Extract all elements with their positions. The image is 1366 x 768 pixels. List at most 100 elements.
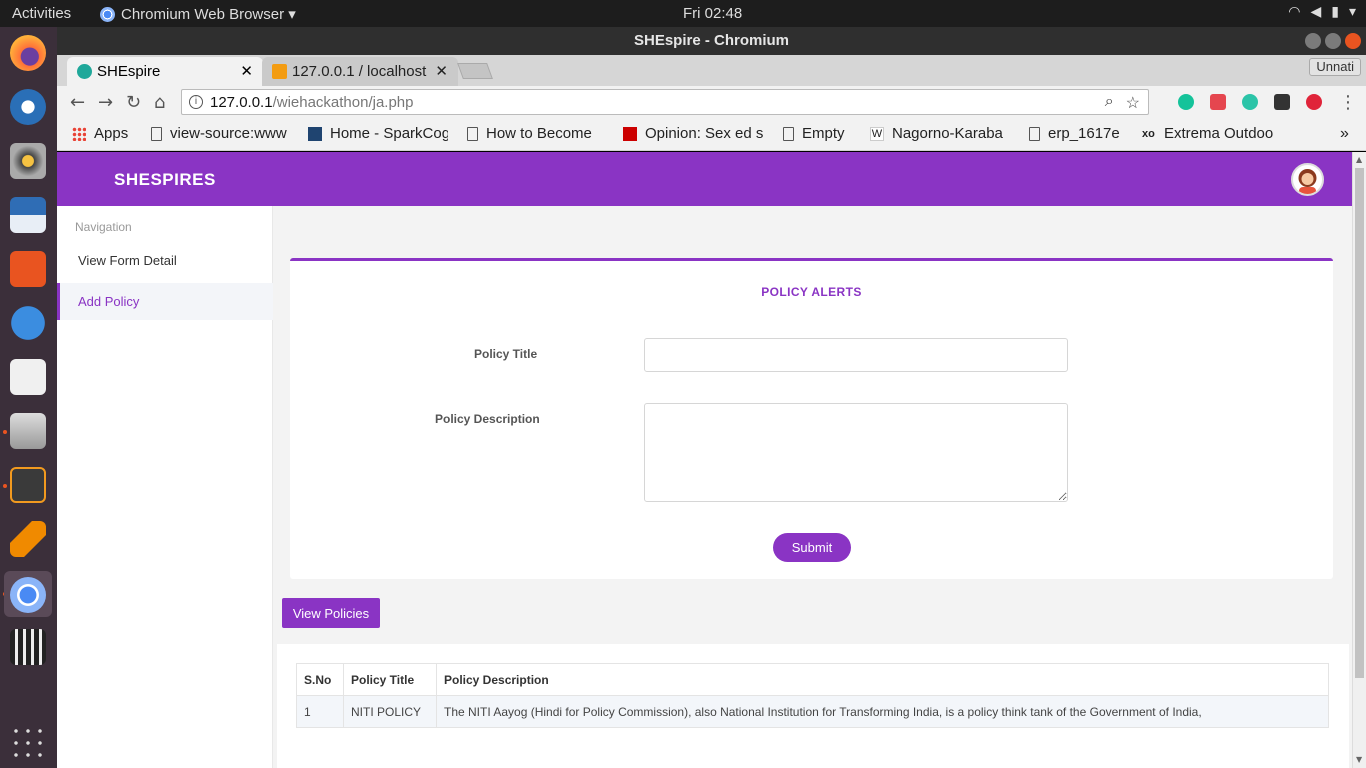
column-header-policy-title: Policy Title (343, 663, 437, 696)
more-bookmarks-chevron-icon[interactable]: » (1340, 125, 1349, 143)
tab-strip: SHEspire ✕ 127.0.0.1 / localhost ✕ Unnat… (57, 55, 1366, 86)
window-controls (1305, 33, 1361, 49)
system-tray[interactable]: ◠ ◀ ▮ ▾ (1288, 4, 1356, 20)
activities-button[interactable]: Activities (12, 5, 71, 22)
bookmark-star-icon[interactable]: ☆ (1126, 93, 1140, 113)
libreoffice-writer-icon[interactable] (10, 197, 46, 233)
bookmark-label: Empty (802, 125, 845, 142)
url-host: 127.0.0.1 (210, 93, 273, 111)
bookmark-label: Extrema Outdoo (1164, 125, 1274, 142)
bookmark-extrema[interactable]: xo Extrema Outdoo (1142, 125, 1297, 142)
window-title-bar: SHEspire - Chromium (57, 27, 1366, 55)
bookmark-sparkcog[interactable]: Home - SparkCog (308, 125, 448, 142)
files-icon[interactable] (10, 413, 46, 449)
amazon-icon[interactable] (10, 359, 46, 395)
show-applications-icon[interactable] (10, 725, 46, 761)
apps-grid-icon (72, 126, 86, 141)
xo-icon: xo (1142, 127, 1155, 140)
bookmark-label: Home - SparkCog (330, 125, 448, 142)
grammarly-extension-icon[interactable] (1178, 94, 1194, 110)
bookmark-erp[interactable]: erp_1617e (1029, 125, 1120, 142)
app-menu[interactable]: Chromium Web Browser ▾ (100, 5, 296, 23)
address-bar[interactable]: i 127.0.0.1/wiehackathon/ja.php ⌕ ☆ (181, 89, 1149, 115)
forward-arrow-icon[interactable]: → (98, 92, 113, 113)
rhythmbox-icon[interactable] (10, 143, 46, 179)
scroll-up-arrow-icon[interactable]: ▲ (1356, 155, 1362, 164)
tab-shespire[interactable]: SHEspire ✕ (67, 57, 263, 86)
bookmarks-bar: Apps view-source:www Home - SparkCog How… (57, 118, 1366, 151)
table-row: 1 NITI POLICY The NITI Aayog (Hindi for … (296, 695, 1329, 728)
tab-label: 127.0.0.1 / localhost (292, 63, 427, 80)
vlc-icon[interactable] (10, 521, 46, 557)
column-header-sno: S.No (296, 663, 344, 696)
bookmark-apps[interactable]: Apps (72, 125, 128, 142)
new-tab-button[interactable] (457, 63, 493, 79)
help-icon[interactable] (10, 305, 46, 341)
window-title: SHEspire - Chromium (633, 32, 790, 49)
ubuntu-dock (0, 27, 57, 768)
chromium-icon[interactable] (10, 577, 46, 613)
view-policies-button[interactable]: View Policies (282, 598, 380, 628)
bookmark-label: Opinion: Sex ed s (645, 125, 763, 142)
form-title: POLICY ALERTS (761, 285, 862, 299)
shespire-favicon-icon (77, 64, 92, 79)
bookmark-how-to-become[interactable]: How to Become (467, 125, 605, 142)
cnn-icon (623, 126, 637, 141)
scroll-down-arrow-icon[interactable]: ▼ (1356, 755, 1362, 764)
menu-kebab-icon[interactable]: ⋮ (1339, 92, 1357, 113)
thunderbird-icon[interactable] (10, 89, 46, 125)
table-header-row: S.No Policy Title Policy Description (296, 663, 1329, 696)
document-icon (151, 126, 162, 141)
sublime-text-icon[interactable] (10, 467, 46, 503)
document-icon (1029, 126, 1040, 141)
nav-heading: Navigation (75, 220, 132, 234)
cell-policy-description: The NITI Aayog (Hindi for Policy Commiss… (436, 695, 1329, 728)
firefox-icon[interactable] (10, 35, 46, 71)
bookmark-view-source[interactable]: view-source:www (151, 125, 291, 142)
pocket-extension-icon[interactable] (1306, 94, 1322, 110)
extension-icon[interactable] (1274, 94, 1290, 110)
profile-button[interactable]: Unnati (1309, 58, 1361, 76)
home-icon[interactable]: ⌂ (154, 92, 165, 113)
video-editor-icon[interactable] (10, 629, 46, 665)
browser-toolbar: ← → ↻ ⌂ i 127.0.0.1/wiehackathon/ja.php … (57, 86, 1366, 118)
battery-icon: ▮ (1331, 4, 1339, 20)
sidebar: Navigation View Form Detail Add Policy (57, 206, 273, 768)
brand-logo-text[interactable]: SHESPIRES (114, 170, 216, 190)
mercury-extension-icon[interactable] (1242, 94, 1258, 110)
user-avatar[interactable] (1291, 163, 1324, 196)
wifi-icon: ◠ (1288, 4, 1301, 20)
bookmark-label: How to Become (486, 125, 592, 142)
back-arrow-icon[interactable]: ← (70, 92, 85, 113)
sidebar-item-view-form-detail[interactable]: View Form Detail (57, 242, 273, 279)
sidebar-item-add-policy[interactable]: Add Policy (57, 283, 273, 320)
clock[interactable]: Fri 02:48 (683, 5, 742, 22)
close-tab-icon[interactable]: ✕ (435, 62, 448, 80)
app-menu-label: Chromium Web Browser ▾ (121, 6, 296, 23)
tab-phpmyadmin[interactable]: 127.0.0.1 / localhost ✕ (262, 57, 458, 86)
document-icon (467, 126, 478, 141)
bookmark-empty[interactable]: Empty (783, 125, 845, 142)
minimize-button[interactable] (1305, 33, 1321, 49)
submit-button[interactable]: Submit (773, 533, 851, 562)
close-window-button[interactable] (1345, 33, 1361, 49)
cell-policy-title: NITI POLICY (343, 695, 437, 728)
policy-form-card: POLICY ALERTS Policy Title Policy Descri… (290, 258, 1333, 579)
page-scrollbar[interactable]: ▲ ▼ (1352, 152, 1366, 768)
bookmark-label: view-source:www (170, 125, 287, 142)
extension-icon[interactable] (1210, 94, 1226, 110)
maximize-button[interactable] (1325, 33, 1341, 49)
bookmark-cnn[interactable]: Opinion: Sex ed s (623, 125, 763, 142)
scrollbar-thumb[interactable] (1355, 168, 1364, 678)
zoom-icon[interactable]: ⌕ (1105, 93, 1114, 113)
web-page: SHESPIRES Navigation View Form Detail Ad… (57, 152, 1352, 768)
policy-description-textarea[interactable] (644, 403, 1068, 502)
column-header-policy-description: Policy Description (436, 663, 1329, 696)
software-center-icon[interactable] (10, 251, 46, 287)
policy-title-input[interactable] (644, 338, 1068, 372)
info-icon[interactable]: i (189, 95, 203, 109)
reload-icon[interactable]: ↻ (126, 92, 141, 113)
running-indicator (3, 430, 7, 434)
bookmark-wikipedia[interactable]: W Nagorno-Karaba (870, 125, 1010, 142)
close-tab-icon[interactable]: ✕ (240, 62, 253, 80)
